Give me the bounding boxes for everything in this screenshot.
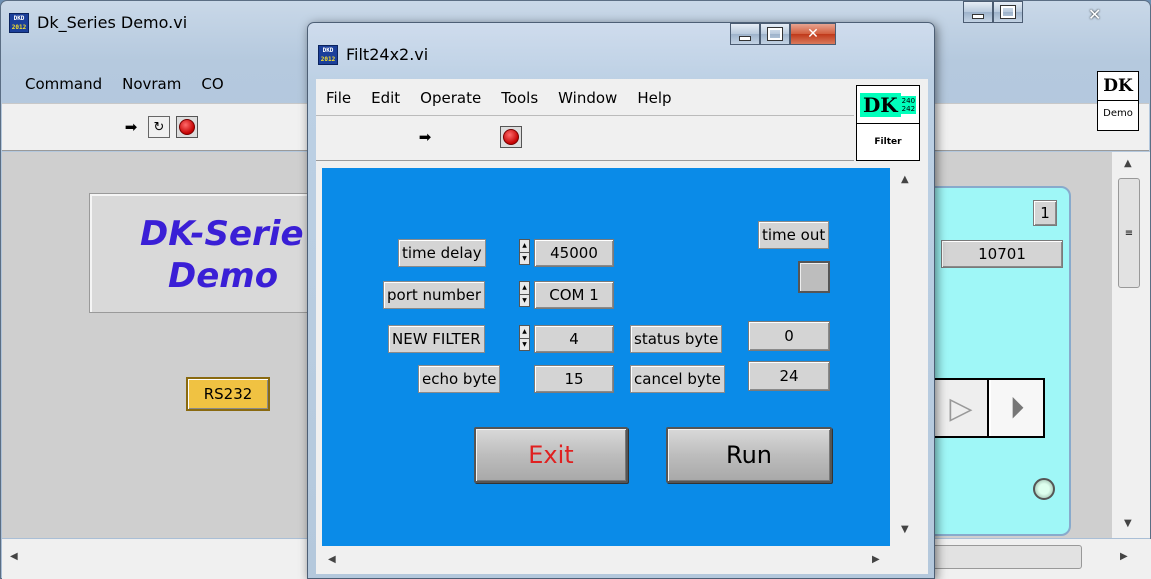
port-number-select[interactable]: COM 1 <box>534 281 614 309</box>
bg-window-title: Dk_Series Demo.vi <box>37 13 188 32</box>
dialog-abort-stop-icon[interactable] <box>500 126 522 148</box>
filter-front-panel: time delay ▲ ▼ 45000 port number ▲ ▼ COM 1… <box>322 168 890 546</box>
play-button[interactable]: ▷ <box>935 380 989 436</box>
scroll-left-icon[interactable]: ◀ <box>10 551 18 562</box>
dialog-client-area: File Edit Operate Tools Window Help ➡ DK… <box>316 79 928 574</box>
maximize-button[interactable] <box>993 1 1023 23</box>
bg-heading-line2: Demo <box>168 256 279 296</box>
port-number-spinner[interactable]: ▲ ▼ <box>519 281 530 307</box>
bg-heading-line1: DK-Serie <box>140 214 304 254</box>
menu-file[interactable]: File <box>316 89 361 107</box>
dialog-maximize-button[interactable] <box>760 23 790 45</box>
labview-app-icon: DKD 2012 <box>9 13 29 33</box>
dialog-scroll-up-icon[interactable]: ▲ <box>901 174 909 185</box>
menu-operate[interactable]: Operate <box>410 89 491 107</box>
dialog-run-arrow-icon[interactable]: ➡ <box>414 126 436 148</box>
run-arrow-icon[interactable]: ➡ <box>120 116 142 138</box>
exit-button[interactable]: Exit <box>474 427 628 483</box>
dialog-scroll-left-icon[interactable]: ◀ <box>328 554 336 565</box>
minimize-button[interactable] <box>963 1 993 23</box>
new-filter-input[interactable]: 4 <box>534 325 614 353</box>
dialog-app-icon: DKD 2012 <box>318 45 338 65</box>
status-byte-label: status byte <box>630 325 723 353</box>
bg-caption-buttons <box>963 1 1023 23</box>
time-out-label: time out <box>758 221 830 249</box>
time-out-led <box>798 261 830 293</box>
bg-cyan-panel: 1 10701 ▷ ⏵ <box>921 186 1071 536</box>
new-filter-spinner[interactable]: ▲ ▼ <box>519 325 530 351</box>
rs232-button[interactable]: RS232 <box>186 377 270 411</box>
dialog-horizontal-scrollbar[interactable]: ◀ ▶ <box>322 546 922 574</box>
dialog-menubar: File Edit Operate Tools Window Help <box>316 87 682 109</box>
new-filter-label: NEW FILTER <box>388 325 485 353</box>
bg-menubar: Command Novram CO <box>15 73 234 95</box>
dialog-scroll-down-icon[interactable]: ▼ <box>901 524 909 535</box>
time-delay-input[interactable]: 45000 <box>534 239 614 267</box>
cancel-byte-label: cancel byte <box>630 365 725 393</box>
step-button[interactable]: ⏵ <box>991 380 1043 436</box>
cancel-byte-display: 24 <box>748 361 830 391</box>
status-led <box>1033 478 1055 500</box>
menu-window[interactable]: Window <box>548 89 627 107</box>
bg-heading-box: DK-Serie Demo <box>89 193 329 313</box>
time-delay-label: time delay <box>398 239 486 267</box>
filter-dialog-window: DKD 2012 Filt24x2.vi ✕ File Edit Operate … <box>307 22 935 579</box>
run-continuous-icon[interactable]: ↻ <box>148 116 170 138</box>
dialog-vertical-scrollbar[interactable]: ▲ ▼ <box>892 168 922 546</box>
menu-tools[interactable]: Tools <box>491 89 548 107</box>
echo-byte-display: 15 <box>534 365 614 393</box>
dialog-scroll-right-icon[interactable]: ▶ <box>872 554 880 565</box>
abort-stop-icon[interactable] <box>176 116 198 138</box>
bg-close-icon[interactable]: ✕ <box>1088 5 1101 24</box>
scroll-up-icon[interactable]: ▲ <box>1124 158 1132 169</box>
page-index-display: 1 <box>1033 200 1057 226</box>
dialog-title: Filt24x2.vi <box>346 45 429 64</box>
menu-com[interactable]: CO <box>191 75 233 93</box>
menu-edit[interactable]: Edit <box>361 89 410 107</box>
menu-help[interactable]: Help <box>627 89 681 107</box>
bg-vertical-scrollbar[interactable]: ▲ ≡ ▼ <box>1112 152 1150 538</box>
run-button[interactable]: Run <box>666 427 832 483</box>
transport-controls: ▷ ⏵ <box>933 378 1045 438</box>
echo-byte-label: echo byte <box>418 365 501 393</box>
bg-hscroll-thumb[interactable] <box>932 545 1082 569</box>
counter-display: 10701 <box>941 240 1063 268</box>
time-delay-spinner[interactable]: ▲ ▼ <box>519 239 530 265</box>
scroll-down-icon[interactable]: ▼ <box>1124 518 1132 529</box>
menu-novram[interactable]: Novram <box>112 75 191 93</box>
dialog-minimize-button[interactable] <box>730 23 760 45</box>
port-number-label: port number <box>383 281 486 309</box>
dk-filter-logo: DK 240 242 Filter <box>856 85 920 161</box>
bg-dk-logo: DK Demo <box>1097 71 1139 131</box>
menu-command[interactable]: Command <box>15 75 112 93</box>
dialog-caption-buttons: ✕ <box>730 23 836 45</box>
bg-scroll-thumb[interactable]: ≡ <box>1118 178 1140 288</box>
dialog-close-button[interactable]: ✕ <box>790 23 836 45</box>
status-byte-display: 0 <box>748 321 830 351</box>
scroll-right-icon[interactable]: ▶ <box>1120 551 1128 562</box>
dialog-toolbar: ➡ <box>316 115 854 161</box>
